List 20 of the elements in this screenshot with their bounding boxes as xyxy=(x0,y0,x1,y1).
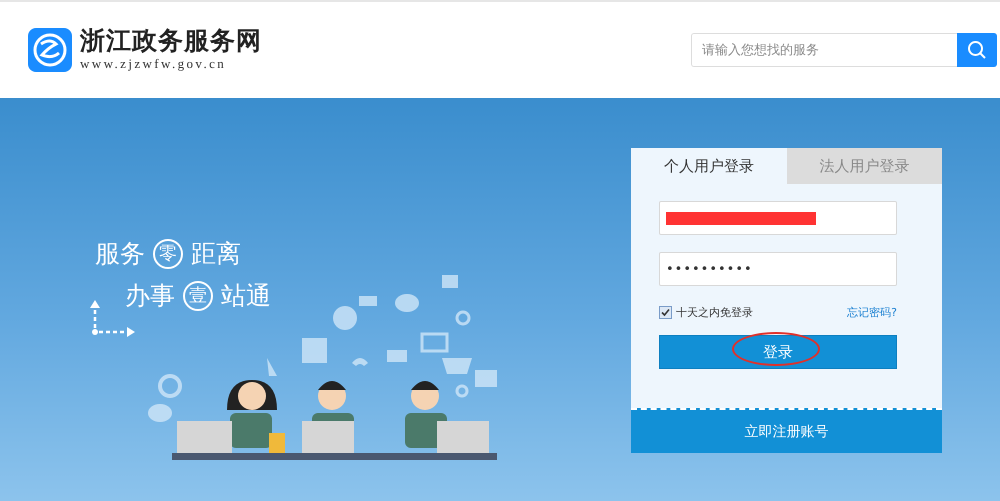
slogan-text: 站通 xyxy=(221,280,271,312)
checkbox-label: 十天之内免登录 xyxy=(676,305,753,320)
site-url: www.zjzwfw.gov.cn xyxy=(80,56,228,72)
search-button[interactable] xyxy=(957,33,997,67)
search-field[interactable]: 请输入您想找的服务 xyxy=(691,33,957,67)
password-field[interactable]: •••••••••• xyxy=(659,252,897,286)
slogan-text: 服务 xyxy=(95,238,145,270)
remember-checkbox[interactable] xyxy=(659,306,672,319)
username-field[interactable] xyxy=(659,201,897,235)
forgot-password-link[interactable]: 忘记密码? xyxy=(847,305,897,320)
login-button[interactable]: 登录 xyxy=(659,335,897,369)
site-name: 浙江政务服务网 xyxy=(80,28,262,56)
login-tab[interactable]: 法人用户登录 xyxy=(786,148,942,184)
slogan-text: 办事 xyxy=(125,280,175,312)
slogan-text: 距离 xyxy=(191,238,241,270)
circled-character: 壹 xyxy=(183,281,213,311)
circled-character: 零 xyxy=(153,239,183,269)
search-icon xyxy=(967,40,987,60)
logo-icon xyxy=(28,28,72,72)
register-link[interactable]: 立即注册账号 xyxy=(744,422,828,440)
